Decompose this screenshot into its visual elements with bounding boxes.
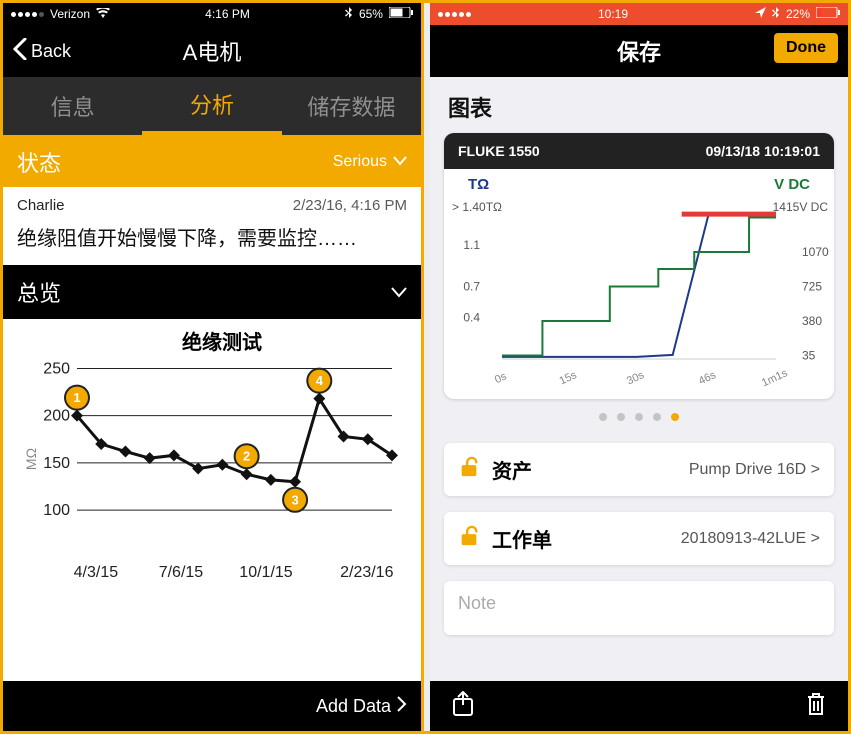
reading-timestamp: 09/13/18 10:19:01 <box>706 143 820 159</box>
bluetooth-icon <box>345 7 353 22</box>
signal-dots-icon <box>11 12 44 17</box>
svg-text:100: 100 <box>43 502 70 519</box>
bluetooth-icon <box>772 7 780 22</box>
right-axis-label: V DC <box>774 176 810 193</box>
status-bar: Verizon 4:16 PM 65% <box>3 3 421 25</box>
svg-text:7/6/15: 7/6/15 <box>159 564 204 581</box>
clock-label: 10:19 <box>598 7 628 21</box>
trash-icon[interactable] <box>806 692 826 721</box>
lock-open-icon <box>458 456 480 483</box>
svg-text:15s: 15s <box>558 369 580 388</box>
note-input[interactable]: Note <box>444 581 834 635</box>
device-label: FLUKE 1550 <box>458 143 540 159</box>
location-icon <box>755 7 766 21</box>
chevron-down-icon <box>391 279 407 305</box>
page-indicator[interactable] <box>430 399 848 435</box>
bottom-toolbar <box>430 681 848 731</box>
lock-open-icon <box>458 525 480 552</box>
status-bar: 10:19 22% <box>430 3 848 25</box>
svg-text:3: 3 <box>291 492 298 507</box>
battery-pct-label: 65% <box>359 7 383 21</box>
back-label: Back <box>31 41 71 62</box>
status-value: Serious <box>333 153 387 171</box>
carrier-label: Verizon <box>50 7 90 21</box>
add-data-button[interactable]: Add Data <box>3 681 421 731</box>
insulation-chart: 绝缘测试 MΩ 100 150 200 250 1 2 3 4 4/3/15 7/6/15 10… <box>19 329 405 589</box>
svg-text:725: 725 <box>802 280 822 294</box>
chart-card: FLUKE 1550 09/13/18 10:19:01 TΩ V DC > 1… <box>444 133 834 399</box>
y-axis-label: MΩ <box>23 448 39 470</box>
page-title: 保存 <box>617 35 661 67</box>
svg-text:2/23/16: 2/23/16 <box>340 564 393 581</box>
svg-text:30s: 30s <box>625 369 647 388</box>
overview-header[interactable]: 总览 <box>3 265 421 319</box>
left-phone-screen: Verizon 4:16 PM 65% Back A电机 信息 分析 储存 <box>3 3 424 731</box>
note-author: Charlie <box>17 197 65 214</box>
svg-text:2: 2 <box>243 449 250 464</box>
back-button[interactable]: Back <box>13 38 71 65</box>
note-placeholder: Note <box>458 593 496 613</box>
chevron-down-icon <box>393 153 407 171</box>
svg-text:35: 35 <box>802 349 816 363</box>
chart-title: 绝缘测试 <box>182 330 262 354</box>
add-data-label: Add Data <box>316 696 391 717</box>
signal-dots-icon <box>438 12 471 17</box>
workorder-value: 20180913-42LUE > <box>681 530 820 548</box>
section-heading: 图表 <box>430 77 848 133</box>
left-max-tick: > 1.40TΩ <box>452 200 502 214</box>
status-row[interactable]: 状态 Serious <box>3 137 421 187</box>
battery-pct-label: 22% <box>786 7 810 21</box>
big-chart: TΩ V DC > 1.40TΩ 1415V DC 1.1 0.7 0.4 1070… <box>444 169 834 399</box>
right-max-tick: 1415V DC <box>773 200 829 214</box>
svg-text:0.4: 0.4 <box>463 311 480 325</box>
svg-text:0s: 0s <box>493 370 509 386</box>
tab-analysis[interactable]: 分析 <box>142 77 281 135</box>
battery-icon <box>389 7 413 21</box>
asset-value: Pump Drive 16D > <box>689 461 820 479</box>
share-icon[interactable] <box>452 691 474 722</box>
svg-text:10/1/15: 10/1/15 <box>239 564 292 581</box>
chevron-right-icon <box>397 696 407 717</box>
svg-text:380: 380 <box>802 314 822 328</box>
mini-chart-area: 绝缘测试 MΩ 100 150 200 250 1 2 3 4 4/3/15 7/6/15 10… <box>3 319 421 681</box>
overview-label: 总览 <box>17 276 61 308</box>
clock-label: 4:16 PM <box>205 7 250 21</box>
nav-bar: 保存 Done <box>430 25 848 77</box>
svg-text:4/3/15: 4/3/15 <box>74 564 119 581</box>
note-block: Charlie 2/23/16, 4:16 PM 绝缘阻值开始慢慢下降，需要监控… <box>3 187 421 265</box>
svg-text:0.7: 0.7 <box>463 280 480 294</box>
workorder-label: 工作单 <box>492 524 552 553</box>
done-button[interactable]: Done <box>774 33 838 63</box>
svg-text:150: 150 <box>43 455 70 472</box>
svg-text:250: 250 <box>43 360 70 377</box>
asset-row[interactable]: 资产 Pump Drive 16D > <box>444 443 834 496</box>
svg-text:1070: 1070 <box>802 245 829 259</box>
chevron-left-icon <box>13 38 27 65</box>
svg-text:1m1s: 1m1s <box>760 367 790 389</box>
svg-text:4: 4 <box>316 373 324 388</box>
tab-stored[interactable]: 储存数据 <box>282 77 421 135</box>
note-text: 绝缘阻值开始慢慢下降，需要监控…… <box>17 222 407 251</box>
svg-text:200: 200 <box>43 408 70 425</box>
svg-text:1.1: 1.1 <box>463 238 480 252</box>
battery-icon <box>816 7 840 21</box>
svg-text:1: 1 <box>73 390 80 405</box>
right-phone-screen: 10:19 22% 保存 Done 图表 FLUKE 1550 09/13/18… <box>430 3 848 731</box>
left-axis-label: TΩ <box>468 176 489 193</box>
status-label: 状态 <box>17 146 61 178</box>
svg-text:46s: 46s <box>697 369 719 388</box>
tab-bar: 信息 分析 储存数据 <box>3 77 421 137</box>
note-timestamp: 2/23/16, 4:16 PM <box>293 197 407 214</box>
wifi-icon <box>96 7 110 21</box>
tab-info[interactable]: 信息 <box>3 77 142 135</box>
nav-bar: Back A电机 <box>3 25 421 77</box>
asset-label: 资产 <box>492 455 532 484</box>
workorder-row[interactable]: 工作单 20180913-42LUE > <box>444 512 834 565</box>
